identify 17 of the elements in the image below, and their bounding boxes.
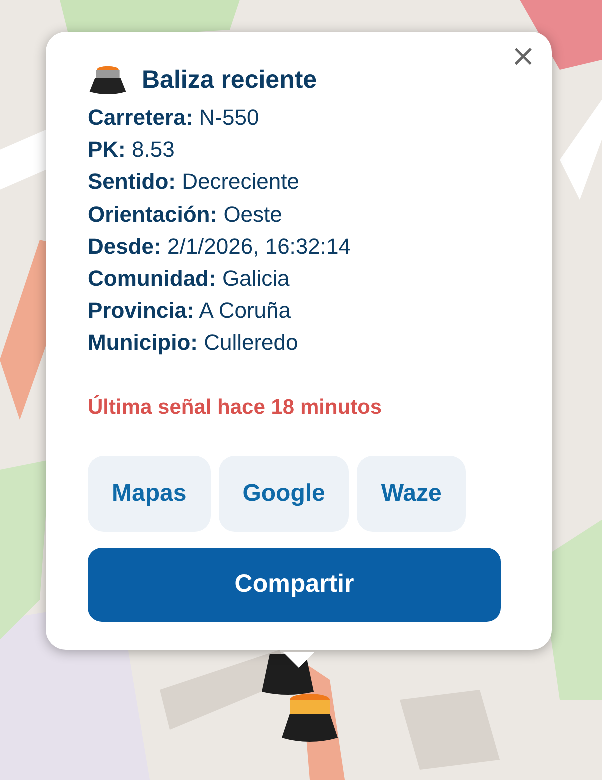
- info-line: Desde: 2/1/2026, 16:32:14: [88, 232, 352, 261]
- info-line: Carretera: N-550: [88, 104, 260, 132]
- close-button[interactable]: ×: [506, 42, 540, 72]
- popup-title: Baliza reciente: [142, 66, 318, 94]
- beacon-icon: [88, 64, 128, 96]
- popup-pointer: [283, 652, 315, 668]
- share-button[interactable]: Compartir: [88, 548, 501, 622]
- info-line: Comunidad: Galicia: [88, 265, 291, 294]
- map-link-button[interactable]: Mapas: [88, 456, 211, 532]
- info-line: Provincia: A Coruña: [88, 297, 292, 326]
- signal-warning: Última señal hace 18 minutos: [88, 396, 384, 420]
- info-line: Sentido: Decreciente: [88, 168, 301, 196]
- info-line: PK: 8.53: [88, 136, 176, 164]
- map-link-button[interactable]: Waze: [357, 456, 466, 532]
- map-link-button[interactable]: Google: [218, 456, 350, 532]
- info-line: Orientación: Oeste: [88, 200, 284, 229]
- info-line: Municipio: Culleredo: [88, 329, 300, 358]
